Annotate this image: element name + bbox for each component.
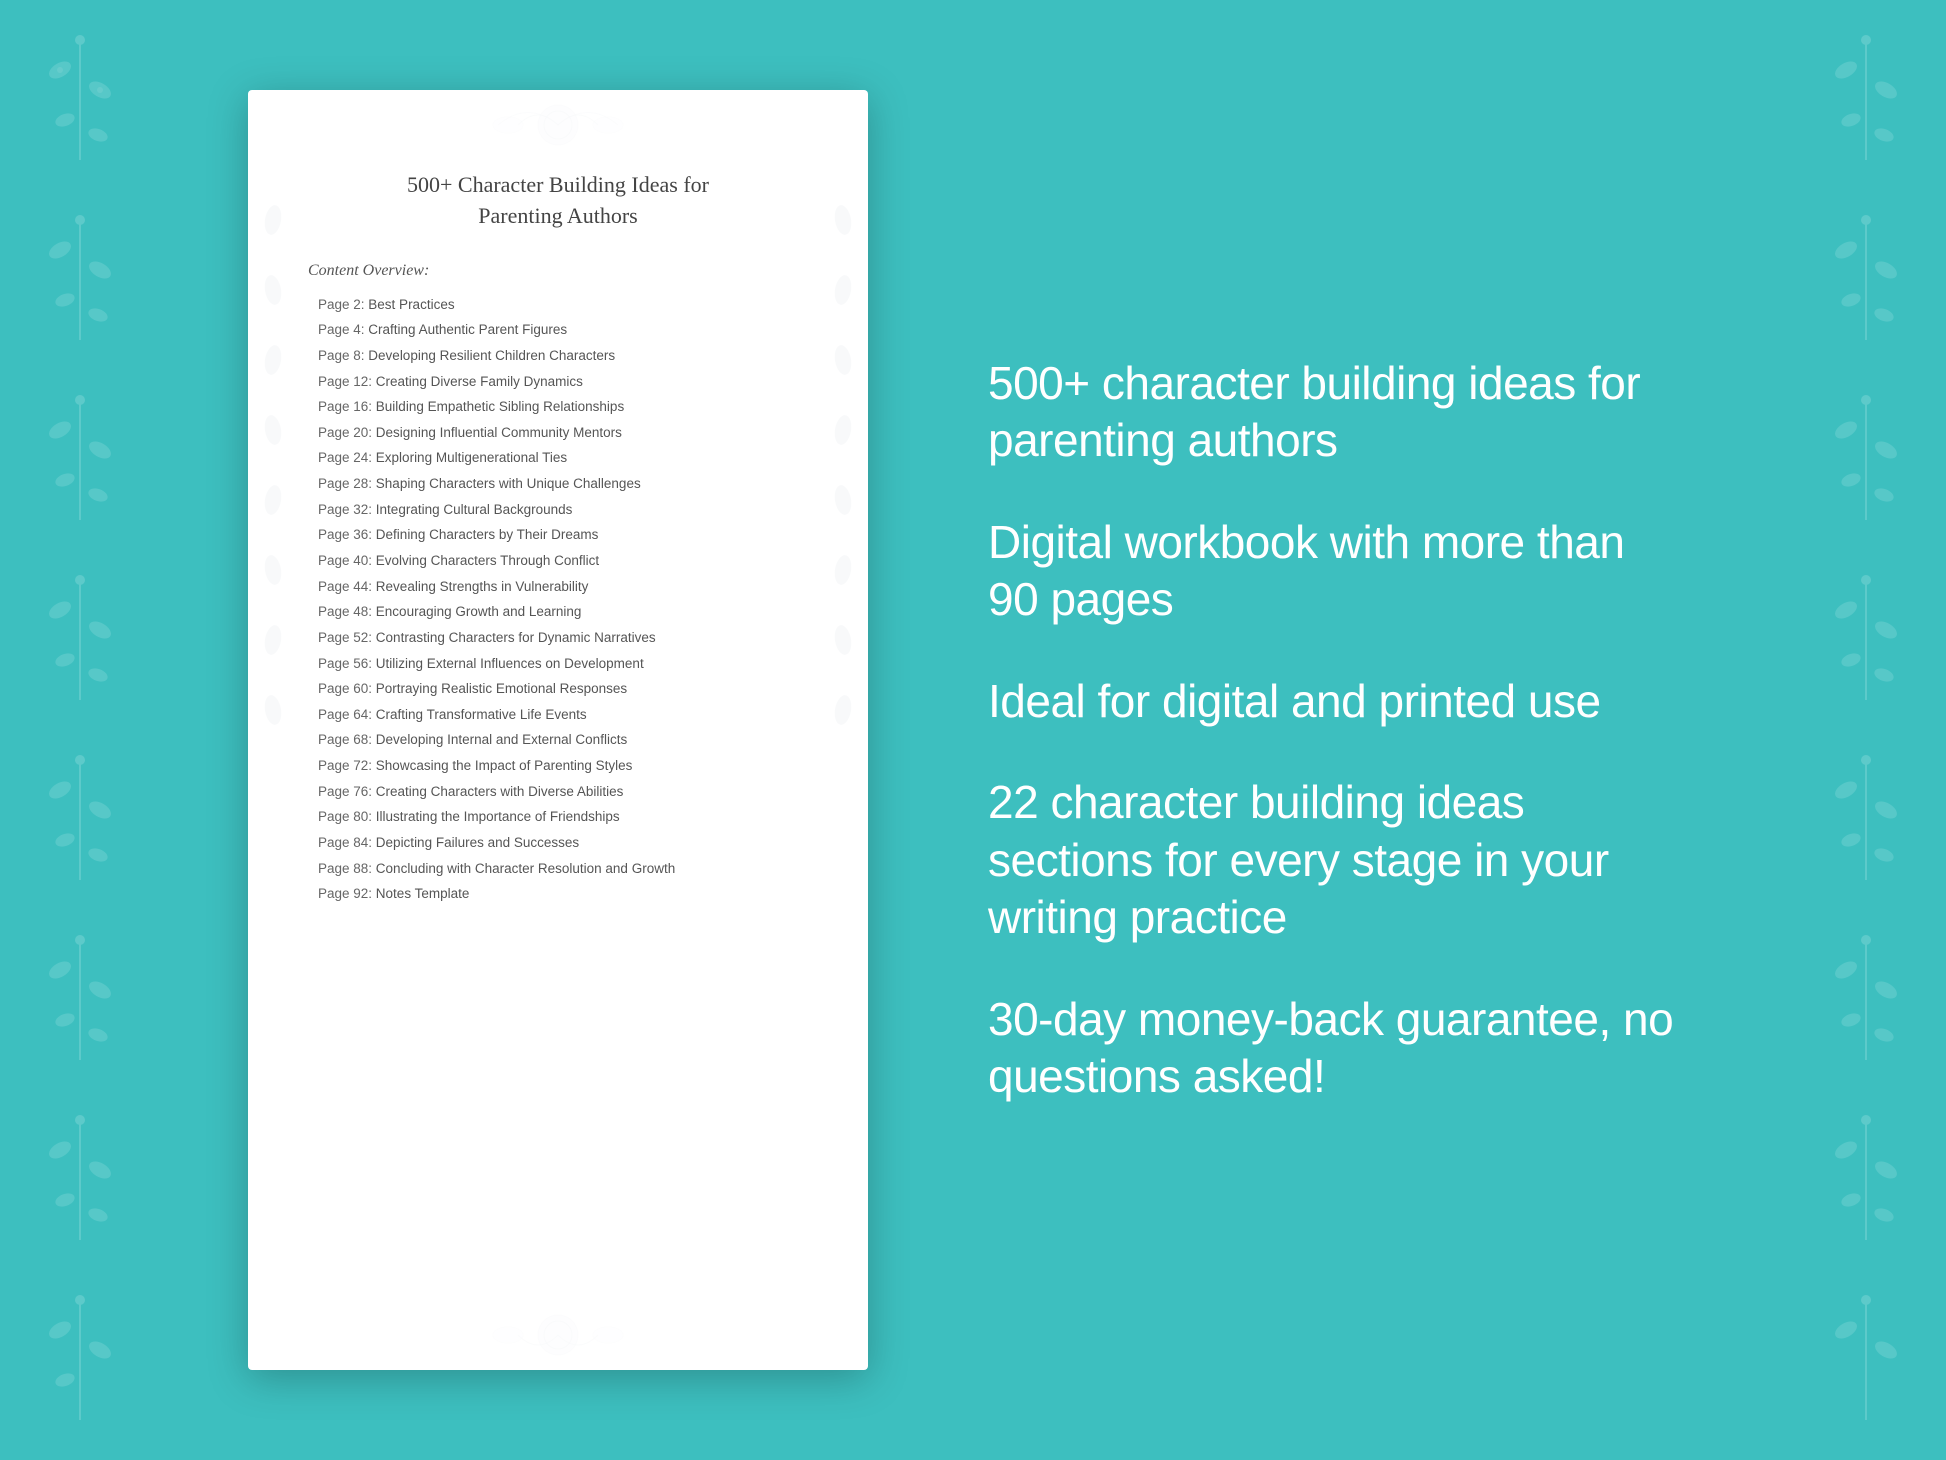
toc-item: Page 68: Developing Internal and Externa… xyxy=(308,727,808,753)
table-of-contents: Page 2: Best PracticesPage 4: Crafting A… xyxy=(308,292,808,907)
toc-item: Page 56: Utilizing External Influences o… xyxy=(308,651,808,677)
feature-text-2: Digital workbook with more than 90 pages xyxy=(988,514,1678,629)
toc-item: Page 4: Crafting Authentic Parent Figure… xyxy=(308,317,808,343)
toc-item: Page 60: Portraying Realistic Emotional … xyxy=(308,676,808,702)
toc-item: Page 12: Creating Diverse Family Dynamic… xyxy=(308,369,808,395)
toc-item: Page 8: Developing Resilient Children Ch… xyxy=(308,343,808,369)
feature-text-4: 22 character building ideas sections for… xyxy=(988,774,1678,947)
toc-item: Page 32: Integrating Cultural Background… xyxy=(308,497,808,523)
document-page: 500+ Character Building Ideas for Parent… xyxy=(248,90,868,1370)
document-top-decoration xyxy=(248,90,868,160)
feature-text-1: 500+ character building ideas for parent… xyxy=(988,355,1678,470)
feature-text-5: 30-day money-back guarantee, no question… xyxy=(988,991,1678,1106)
toc-item: Page 16: Building Empathetic Sibling Rel… xyxy=(308,394,808,420)
toc-item: Page 80: Illustrating the Importance of … xyxy=(308,804,808,830)
document-title: 500+ Character Building Ideas for Parent… xyxy=(308,170,808,232)
document-bottom-decoration xyxy=(248,1300,868,1370)
toc-item: Page 84: Depicting Failures and Successe… xyxy=(308,830,808,856)
feature-text-3: Ideal for digital and printed use xyxy=(988,673,1678,731)
toc-item: Page 2: Best Practices xyxy=(308,292,808,318)
toc-item: Page 64: Crafting Transformative Life Ev… xyxy=(308,702,808,728)
toc-item: Page 88: Concluding with Character Resol… xyxy=(308,856,808,882)
toc-item: Page 28: Shaping Characters with Unique … xyxy=(308,471,808,497)
main-content: 500+ Character Building Ideas for Parent… xyxy=(0,0,1946,1460)
toc-item: Page 48: Encouraging Growth and Learning xyxy=(308,599,808,625)
toc-item: Page 92: Notes Template xyxy=(308,881,808,907)
toc-item: Page 40: Evolving Characters Through Con… xyxy=(308,548,808,574)
toc-item: Page 36: Defining Characters by Their Dr… xyxy=(308,522,808,548)
toc-item: Page 76: Creating Characters with Divers… xyxy=(308,779,808,805)
toc-item: Page 52: Contrasting Characters for Dyna… xyxy=(308,625,808,651)
features-panel: 500+ character building ideas for parent… xyxy=(948,335,1698,1126)
toc-item: Page 72: Showcasing the Impact of Parent… xyxy=(308,753,808,779)
toc-item: Page 44: Revealing Strengths in Vulnerab… xyxy=(308,574,808,600)
toc-item: Page 20: Designing Influential Community… xyxy=(308,420,808,446)
toc-item: Page 24: Exploring Multigenerational Tie… xyxy=(308,445,808,471)
content-overview-label: Content Overview: xyxy=(308,262,808,280)
